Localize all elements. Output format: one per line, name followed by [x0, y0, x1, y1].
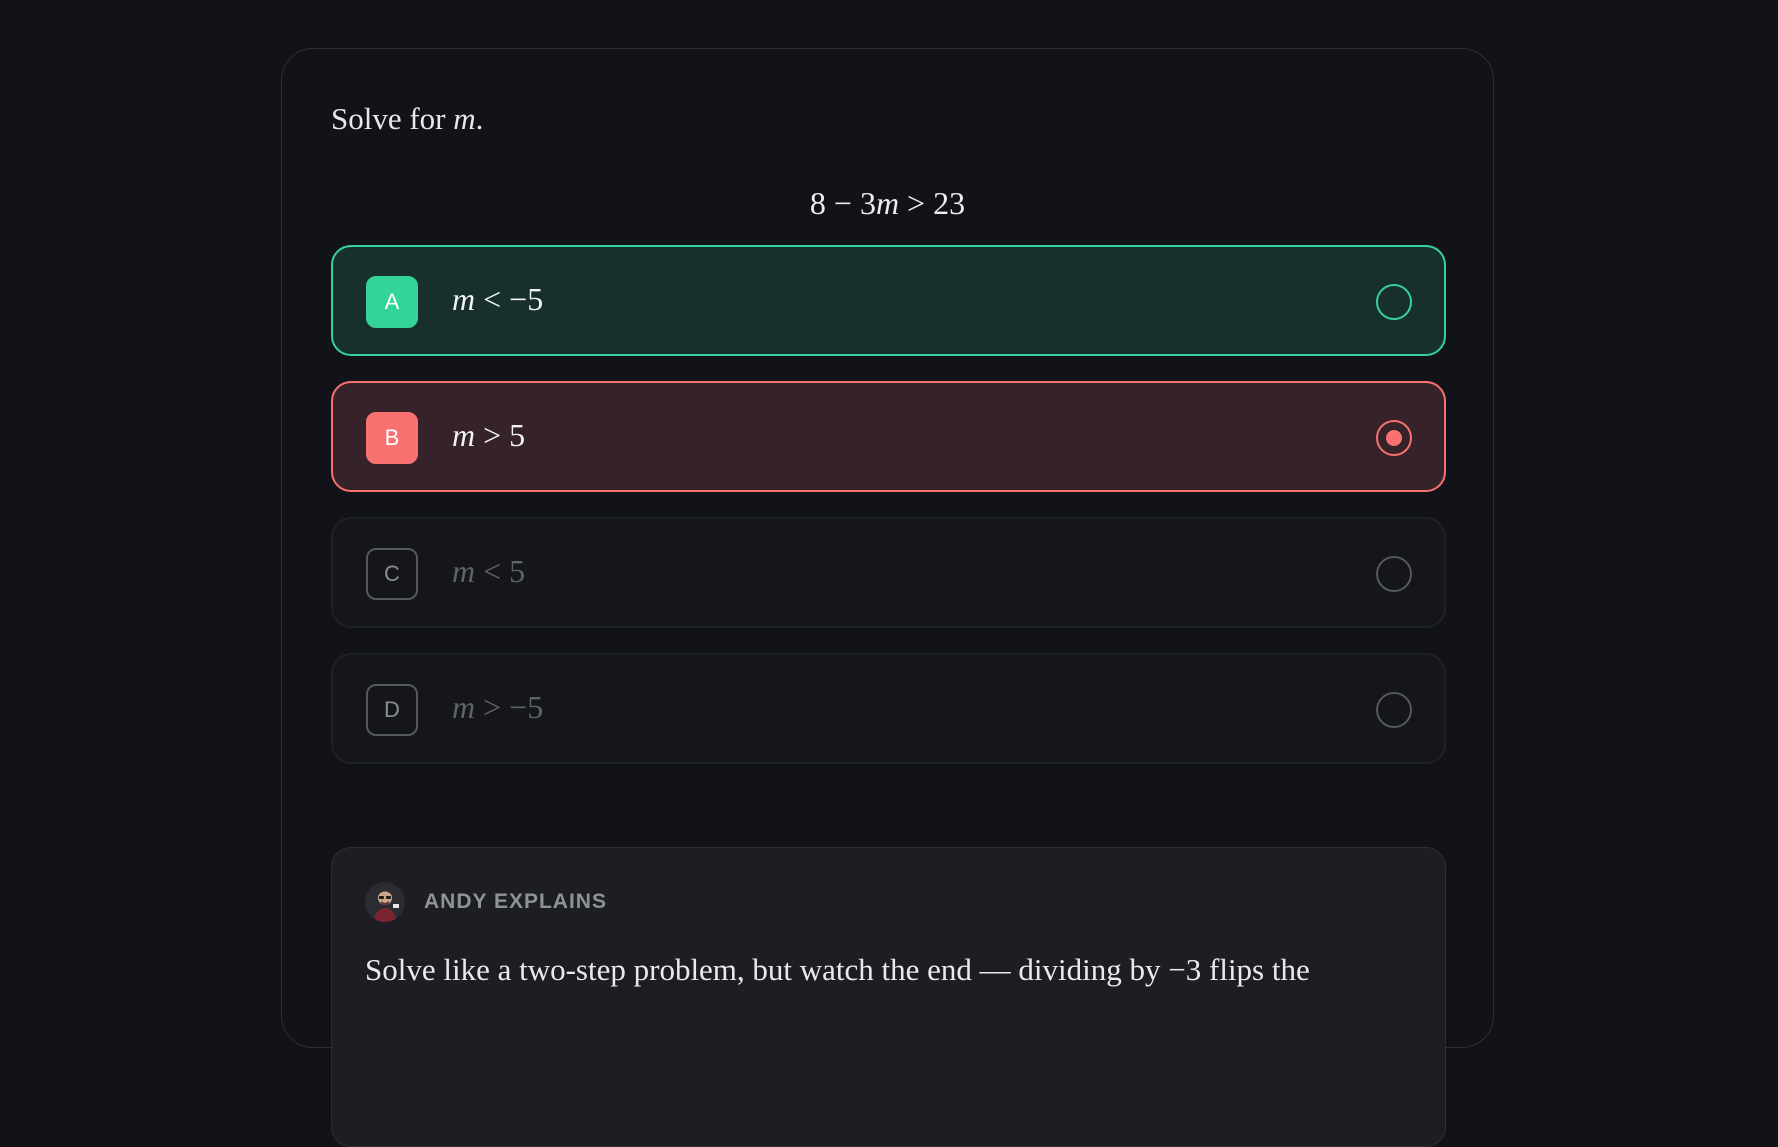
option-letter-badge: B: [366, 412, 418, 464]
option-relation: < 5: [475, 553, 526, 589]
option-letter-badge: A: [366, 276, 418, 328]
option-letter-badge: D: [366, 684, 418, 736]
question-equation: 8 − 3m > 23: [282, 185, 1493, 222]
radio-empty-icon[interactable]: [1376, 556, 1412, 592]
option-expression: m < 5: [452, 553, 525, 590]
option-variable: m: [452, 553, 476, 589]
andy-avatar-icon: [365, 882, 405, 922]
answer-option-c[interactable]: C m < 5: [331, 517, 1446, 628]
option-relation: > −5: [475, 689, 544, 725]
equation-rhs: > 23: [899, 185, 966, 221]
option-expression: m > −5: [452, 689, 543, 726]
equation-variable: m: [875, 185, 900, 221]
option-variable: m: [452, 281, 476, 317]
equation-lhs: 8 − 3: [809, 185, 876, 221]
explanation-panel: ANDY EXPLAINS Solve like a two-step prob…: [331, 847, 1446, 1147]
answer-option-a[interactable]: A m < −5: [331, 245, 1446, 356]
option-expression: m < −5: [452, 281, 543, 318]
radio-empty-icon[interactable]: [1376, 284, 1412, 320]
option-letter-badge: C: [366, 548, 418, 600]
option-relation: < −5: [475, 281, 544, 317]
question-card: Solve for m. 8 − 3m > 23 A m < −5 B m > …: [281, 48, 1494, 1147]
option-expression: m > 5: [452, 417, 525, 454]
option-variable: m: [452, 417, 476, 453]
prompt-variable: m: [453, 101, 476, 136]
option-relation: > 5: [475, 417, 526, 453]
radio-selected-icon[interactable]: [1376, 420, 1412, 456]
question-prompt: Solve for m.: [331, 101, 483, 137]
radio-dot: [1386, 430, 1402, 446]
explanation-text: Solve like a two-step problem, but watch…: [365, 952, 1310, 987]
prompt-prefix: Solve for: [331, 101, 446, 136]
option-variable: m: [452, 689, 476, 725]
radio-empty-icon[interactable]: [1376, 692, 1412, 728]
answer-option-b[interactable]: B m > 5: [331, 381, 1446, 492]
answer-option-d[interactable]: D m > −5: [331, 653, 1446, 764]
explanation-label: ANDY EXPLAINS: [424, 890, 607, 913]
prompt-suffix: .: [475, 101, 484, 136]
